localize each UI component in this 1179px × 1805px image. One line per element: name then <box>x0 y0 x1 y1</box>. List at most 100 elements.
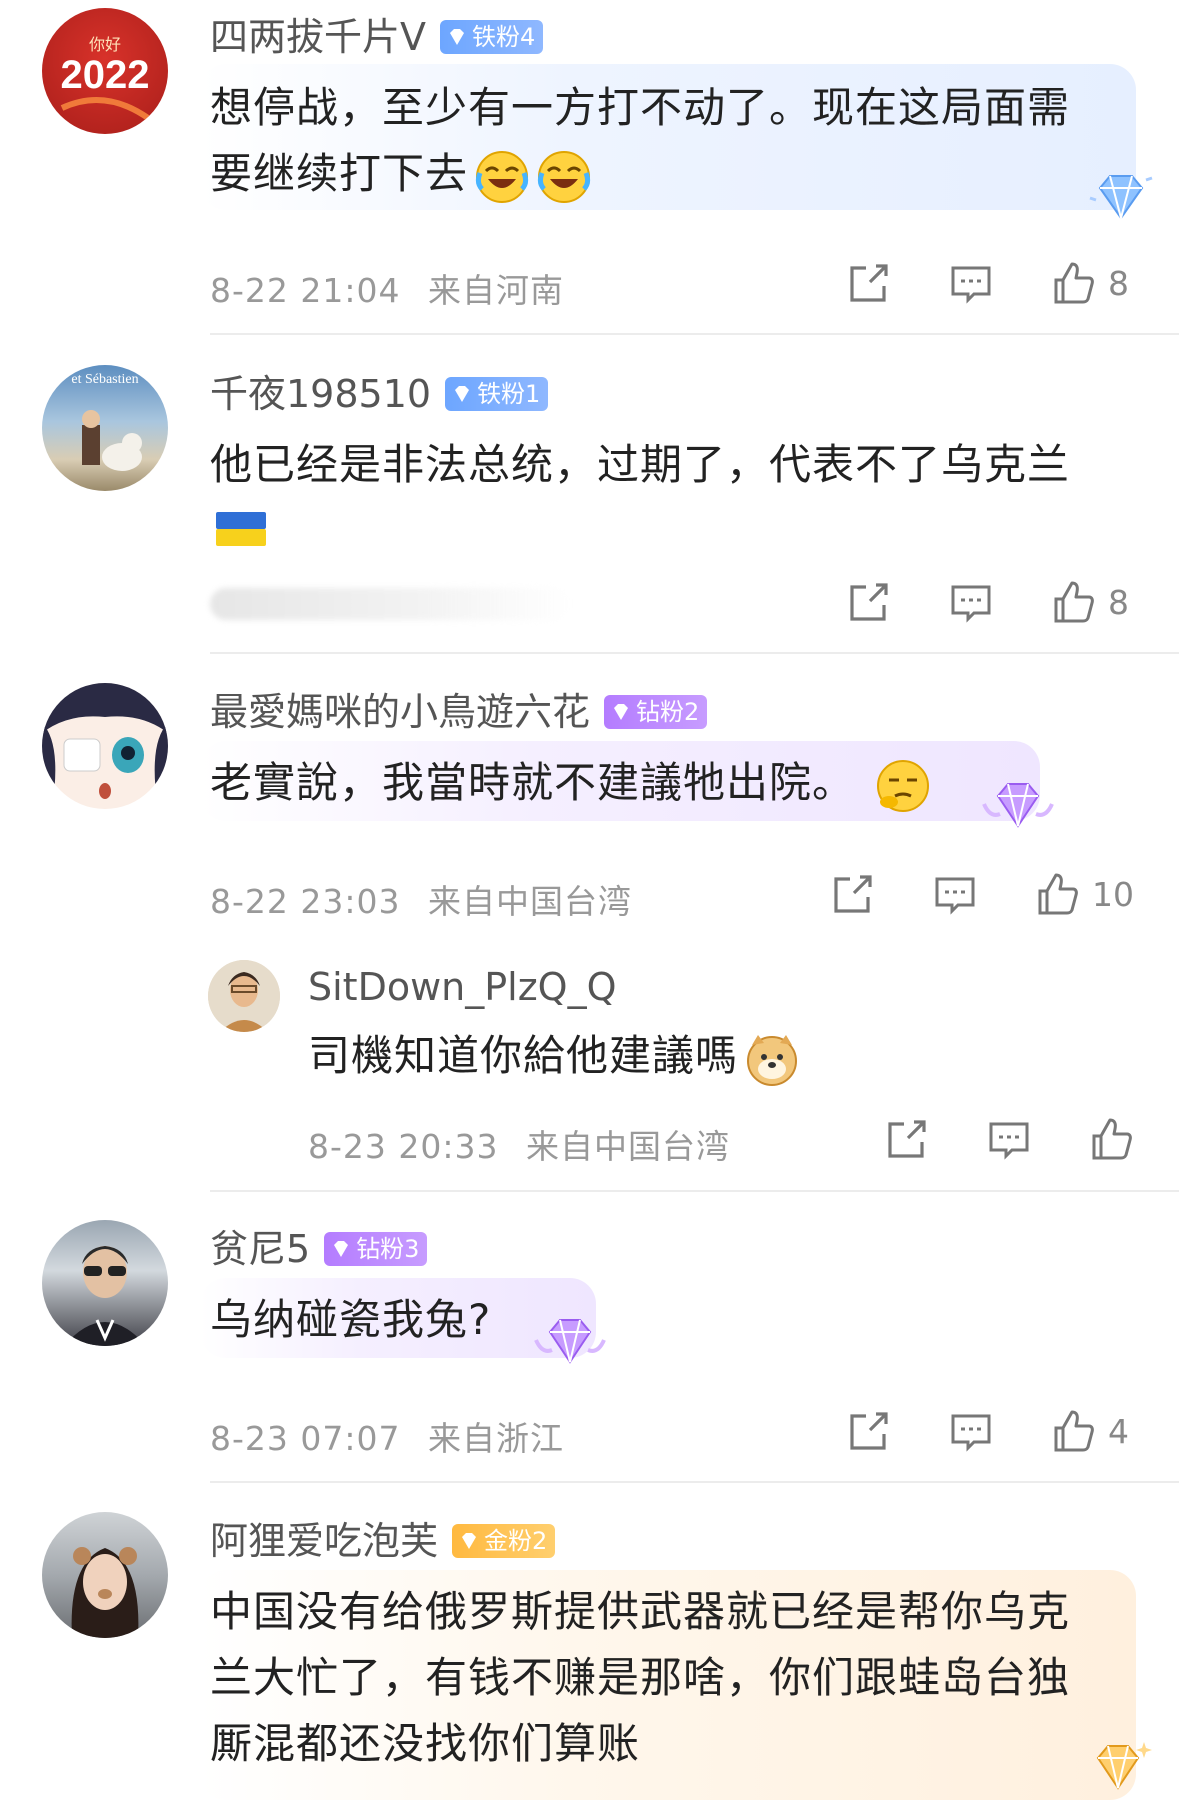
location: 来自浙江 <box>428 1419 564 1458</box>
ukraine-flag-emoji-icon <box>216 512 266 546</box>
timestamp: 8-22 21:04 <box>210 271 401 310</box>
comment-text-line: 乌纳碰瓷我兔? <box>210 1295 492 1344</box>
like-count: 4 <box>1108 1411 1129 1451</box>
avatar-year: 2022 <box>61 53 150 97</box>
gold-gem-decoration-icon <box>1096 1742 1152 1790</box>
reply-username-text[interactable]: SitDown_PlzQ_Q <box>308 968 617 1006</box>
comment-meta: 8-23 07:07 来自浙江 <box>210 1412 564 1460</box>
diamond-icon <box>330 1238 352 1260</box>
reply-avatar[interactable] <box>208 960 280 1032</box>
badge-label: 铁粉4 <box>472 23 536 51</box>
reply-username[interactable]: SitDown_PlzQ_Q <box>308 968 617 1006</box>
badge-label: 钻粉2 <box>636 698 700 726</box>
badge-label: 金粉2 <box>484 1527 548 1555</box>
like-icon[interactable] <box>1050 1408 1096 1454</box>
like-icon[interactable] <box>1050 579 1096 625</box>
blurred-meta <box>210 588 570 620</box>
comment-icon[interactable] <box>948 260 994 306</box>
like-icon[interactable] <box>1050 260 1096 306</box>
comment-text: 乌纳碰瓷我兔? <box>210 1287 491 1353</box>
avatar-caption: 你好 <box>89 36 121 54</box>
diamond-icon <box>610 701 632 723</box>
badge-label: 钻粉3 <box>356 1235 420 1263</box>
comment-icon[interactable] <box>986 1116 1032 1162</box>
like-icon[interactable] <box>1034 871 1080 917</box>
reply-text-line: 司機知道你給他建議嗎 <box>308 1031 739 1080</box>
timestamp: 8-23 20:33 <box>308 1127 499 1166</box>
avatar[interactable]: 你好 2022 <box>42 8 168 134</box>
avatar-caption: et Sébastien <box>71 372 138 387</box>
location: 来自中国台湾 <box>526 1127 730 1166</box>
comment-text-line: 要继续打下去 <box>210 141 1070 207</box>
crown-icon <box>458 1530 480 1552</box>
username-text[interactable]: 最愛媽咪的小鳥遊六花 <box>210 693 590 731</box>
diamond-icon <box>451 383 473 405</box>
location: 来自中国台湾 <box>428 882 632 921</box>
comment-text-line: 想停战，至少有一方打不动了。现在这局面需 <box>210 83 1071 132</box>
username-text[interactable]: 四两拔千片V <box>210 18 426 56</box>
like-count: 10 <box>1092 874 1134 914</box>
comment-text-line: 要继续打下去 <box>210 149 469 198</box>
action-bar: 8 <box>846 258 1129 308</box>
username[interactable]: 四两拔千片V 铁粉4 <box>210 18 544 56</box>
username[interactable]: 阿狸爱吃泡芙 金粉2 <box>210 1522 556 1560</box>
username-text[interactable]: 阿狸爱吃泡芙 <box>210 1522 438 1560</box>
share-icon[interactable] <box>846 579 892 625</box>
comment-text-line: 老實說，我當時就不建議牠出院。 <box>210 758 856 807</box>
action-bar: 4 <box>846 1406 1129 1456</box>
comment-text-line: 兰大忙了，有钱不赚是那啥，你们跟蛙岛台独 <box>210 1653 1071 1702</box>
comment-meta: 8-22 21:04 来自河南 <box>210 264 564 312</box>
fan-badge[interactable]: 金粉2 <box>452 1524 556 1558</box>
fan-badge[interactable]: 钻粉2 <box>604 695 708 729</box>
divider <box>210 1481 1179 1483</box>
diamond-decoration-icon <box>1089 175 1153 222</box>
comment-text: 他已经是非法总统，过期了，代表不了乌克兰 <box>210 432 1070 498</box>
reply-action-bar <box>884 1114 1134 1164</box>
fan-badge[interactable]: 铁粉4 <box>440 20 544 54</box>
like-icon[interactable] <box>1088 1116 1134 1162</box>
avatar[interactable] <box>42 1512 168 1638</box>
comment-icon[interactable] <box>948 579 994 625</box>
comment-meta: 8-22 23:03 来自中国台湾 <box>210 875 632 923</box>
avatar[interactable]: et Sébastien <box>42 365 168 491</box>
username-text[interactable]: 贫尼5 <box>210 1230 310 1268</box>
avatar[interactable] <box>42 683 168 809</box>
doge-emoji-icon <box>744 1031 800 1087</box>
comment-text: 中国没有给俄罗斯提供武器就已经是帮你乌克 兰大忙了，有钱不赚是那啥，你们跟蛙岛台… <box>210 1579 1070 1777</box>
thinking-emoji-icon <box>875 758 931 814</box>
username[interactable]: 贫尼5 钻粉3 <box>210 1230 428 1268</box>
share-icon[interactable] <box>846 260 892 306</box>
username[interactable]: 最愛媽咪的小鳥遊六花 钻粉2 <box>210 693 708 731</box>
divider <box>210 1190 1179 1192</box>
diamond-icon <box>446 26 468 48</box>
divider <box>210 333 1179 335</box>
action-bar: 10 <box>830 869 1134 919</box>
comment-text-line: 老實說，我當時就不建議牠出院。 <box>210 750 931 816</box>
fan-badge[interactable]: 铁粉1 <box>445 377 549 411</box>
comment-icon[interactable] <box>932 871 978 917</box>
divider <box>210 652 1179 654</box>
timestamp: 8-23 07:07 <box>210 1419 401 1458</box>
comment-text: 想停战，至少有一方打不动了。现在这局面需 要继续打下去 <box>210 75 1070 207</box>
comment-text: 老實說，我當時就不建議牠出院。 <box>210 750 931 816</box>
timestamp: 8-22 23:03 <box>210 882 401 921</box>
comment-text-line: 他已经是非法总统，过期了，代表不了乌克兰 <box>210 440 1071 489</box>
share-icon[interactable] <box>846 1408 892 1454</box>
share-icon[interactable] <box>884 1116 930 1162</box>
diamond-decoration-icon <box>534 1319 606 1364</box>
laugh-cry-emoji-icon <box>474 149 530 205</box>
comment-text-line: 中国没有给俄罗斯提供武器就已经是帮你乌克 <box>210 1587 1071 1636</box>
like-count: 8 <box>1108 263 1129 303</box>
badge-label: 铁粉1 <box>477 380 541 408</box>
diamond-decoration-icon <box>982 783 1054 828</box>
location: 来自河南 <box>428 271 564 310</box>
fan-badge[interactable]: 钻粉3 <box>324 1232 428 1266</box>
share-icon[interactable] <box>830 871 876 917</box>
avatar[interactable] <box>42 1220 168 1346</box>
username-text[interactable]: 千夜198510 <box>210 375 431 413</box>
laugh-cry-emoji-icon <box>536 149 592 205</box>
action-bar: 8 <box>846 577 1129 627</box>
username[interactable]: 千夜198510 铁粉1 <box>210 375 549 413</box>
reply-text: 司機知道你給他建議嗎 <box>308 1023 800 1089</box>
comment-icon[interactable] <box>948 1408 994 1454</box>
